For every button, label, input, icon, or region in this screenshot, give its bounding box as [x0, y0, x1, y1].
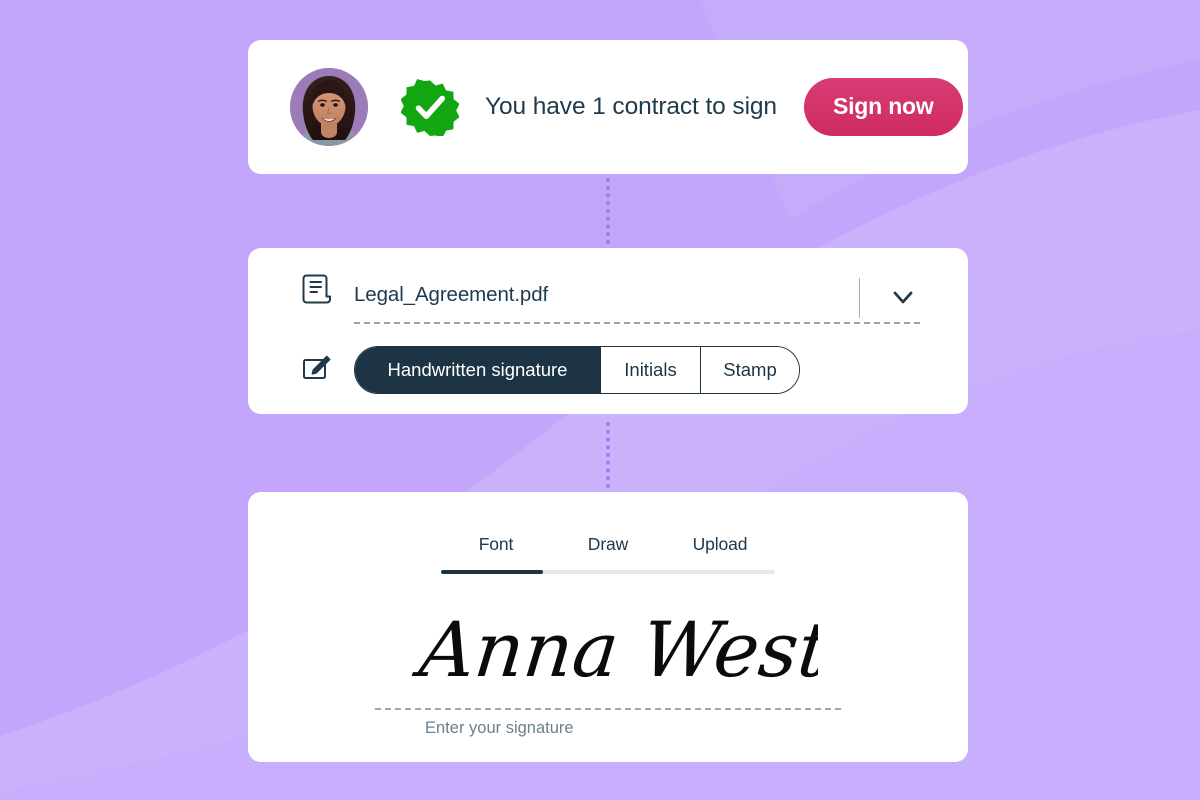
connector-line-2 — [606, 422, 610, 488]
signature-tabs: Font Draw Upload — [248, 534, 968, 570]
chevron-down-icon[interactable] — [890, 284, 916, 310]
tab-upload[interactable]: Upload — [664, 534, 776, 570]
user-avatar-photo-icon — [290, 68, 368, 146]
sign-now-button[interactable]: Sign now — [803, 78, 963, 136]
tabs-underline — [441, 570, 775, 574]
notification-message: You have 1 contract to sign — [485, 93, 777, 120]
signature-card: Font Draw Upload Anna West Enter your si… — [248, 492, 968, 762]
document-file-name: Legal_Agreement.pdf — [354, 283, 549, 306]
signature-type-row: Handwritten signature Initials Stamp — [303, 346, 968, 394]
signature-underline — [375, 707, 841, 710]
segment-initials[interactable]: Initials — [601, 347, 701, 393]
divider — [859, 278, 860, 318]
signature-preview: Anna West — [373, 574, 843, 708]
tab-draw[interactable]: Draw — [552, 534, 664, 570]
tab-active-indicator — [441, 570, 543, 574]
segment-handwritten-signature[interactable]: Handwritten signature — [355, 347, 601, 393]
avatar — [290, 68, 368, 146]
document-row: Legal_Agreement.pdf — [302, 248, 920, 322]
svg-text:Anna West: Anna West — [410, 605, 818, 694]
document-underline — [354, 322, 920, 324]
tab-font[interactable]: Font — [440, 534, 552, 570]
signature-type-segmented-control[interactable]: Handwritten signature Initials Stamp — [354, 346, 800, 394]
verified-check-badge-icon — [401, 78, 459, 136]
connector-line-1 — [606, 178, 610, 244]
notification-card: You have 1 contract to sign Sign now — [248, 40, 968, 174]
signature-area[interactable]: Anna West — [373, 574, 843, 708]
segment-stamp[interactable]: Stamp — [701, 347, 799, 393]
document-card: Legal_Agreement.pdf Handwritten signatur… — [248, 248, 968, 414]
signature-hint: Enter your signature — [425, 718, 574, 737]
signature-script-text: Anna West — [410, 605, 818, 694]
pen-edit-icon — [302, 355, 332, 383]
page-stack: You have 1 contract to sign Sign now Leg… — [0, 0, 1200, 800]
document-scroll-icon — [302, 273, 332, 305]
